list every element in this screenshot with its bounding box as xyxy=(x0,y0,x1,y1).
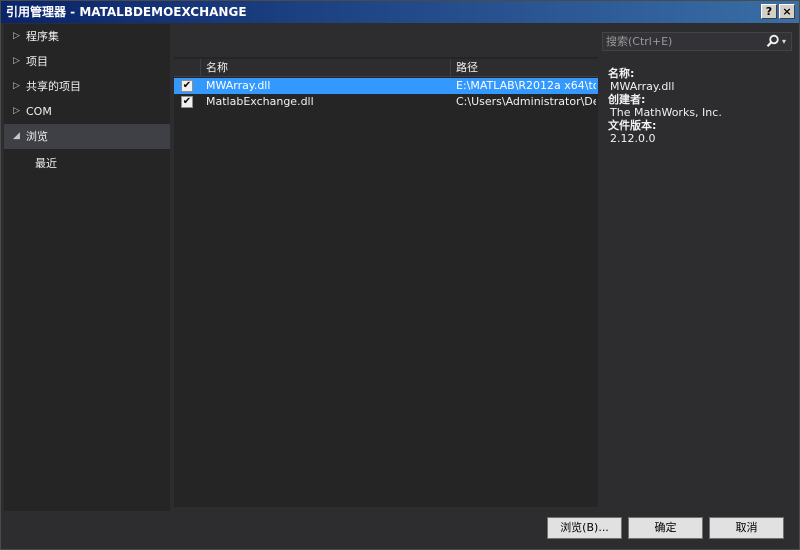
expand-arrow-icon: ▷ xyxy=(13,56,20,66)
expand-arrow-icon: ▷ xyxy=(13,81,20,91)
row-path: E:\MATLAB\R2012a x64\toolbox\dotnetbuild… xyxy=(456,79,596,92)
row-checkbox[interactable]: ✔ xyxy=(181,96,193,108)
detail-creator-value: The MathWorks, Inc. xyxy=(610,106,722,119)
column-header-path[interactable]: 路径 xyxy=(450,59,598,77)
row-name: MatlabExchange.dll xyxy=(206,95,314,108)
sidebar-item-browse[interactable]: ◢ 浏览 xyxy=(4,124,170,149)
ok-button[interactable]: 确定 xyxy=(628,517,703,539)
sidebar-item-assemblies[interactable]: ▷ 程序集 xyxy=(4,24,170,49)
search-icon[interactable] xyxy=(766,34,780,48)
sidebar-item-label: 程序集 xyxy=(26,30,59,43)
browse-button[interactable]: 浏览(B)... xyxy=(547,517,622,539)
row-checkbox[interactable]: ✔ xyxy=(181,80,193,92)
cancel-button[interactable]: 取消 xyxy=(709,517,784,539)
reference-manager-window: 引用管理器 - MATALBDEMOEXCHANGE ? × ▷ 程序集 ▷ 项… xyxy=(0,0,800,550)
reference-list: 名称 路径 ✔ MWArray.dll E:\MATLAB\R2012a x64… xyxy=(174,57,598,507)
sidebar-item-label: 共享的项目 xyxy=(26,80,81,93)
sidebar-item-shared-projects[interactable]: ▷ 共享的项目 xyxy=(4,74,170,99)
dialog-footer: 浏览(B)... 确定 取消 xyxy=(4,511,798,549)
detail-creator-label: 创建者: xyxy=(608,93,646,106)
search-options-dropdown-icon[interactable]: ▾ xyxy=(782,33,791,50)
table-row[interactable]: ✔ MWArray.dll E:\MATLAB\R2012a x64\toolb… xyxy=(174,78,598,94)
column-header-name[interactable]: 名称 xyxy=(200,59,450,77)
expand-arrow-icon: ▷ xyxy=(13,31,20,41)
sidebar-subitem-recent[interactable]: 最近 xyxy=(4,149,170,179)
sidebar: ▷ 程序集 ▷ 项目 ▷ 共享的项目 ▷ COM ◢ 浏览 最近 xyxy=(4,24,170,511)
sidebar-item-label: COM xyxy=(26,105,52,118)
detail-version-label: 文件版本: xyxy=(608,119,657,132)
sidebar-item-label: 浏览 xyxy=(26,130,48,143)
column-header-row: 名称 路径 xyxy=(174,59,598,77)
detail-name-value: MWArray.dll xyxy=(610,80,675,93)
expand-arrow-icon: ▷ xyxy=(13,106,20,116)
close-button[interactable]: × xyxy=(779,4,795,19)
sidebar-item-com[interactable]: ▷ COM xyxy=(4,99,170,124)
table-row[interactable]: ✔ MatlabExchange.dll C:\Users\Administra… xyxy=(174,94,598,110)
help-button[interactable]: ? xyxy=(761,4,777,19)
row-name: MWArray.dll xyxy=(206,79,271,92)
window-title: 引用管理器 - MATALBDEMOEXCHANGE xyxy=(6,5,247,19)
search-input[interactable] xyxy=(603,33,758,50)
search-box: ▾ xyxy=(602,32,792,51)
detail-name-label: 名称: xyxy=(608,67,635,80)
row-path: C:\Users\Administrator\Desktop\MatlabExc… xyxy=(456,95,596,108)
detail-version-value: 2.12.0.0 xyxy=(610,132,656,145)
sidebar-item-projects[interactable]: ▷ 项目 xyxy=(4,49,170,74)
collapse-arrow-icon: ◢ xyxy=(13,131,20,141)
title-bar: 引用管理器 - MATALBDEMOEXCHANGE xyxy=(1,1,799,23)
sidebar-item-label: 项目 xyxy=(26,55,48,68)
details-panel: 名称: MWArray.dll 创建者: The MathWorks, Inc.… xyxy=(608,67,793,145)
